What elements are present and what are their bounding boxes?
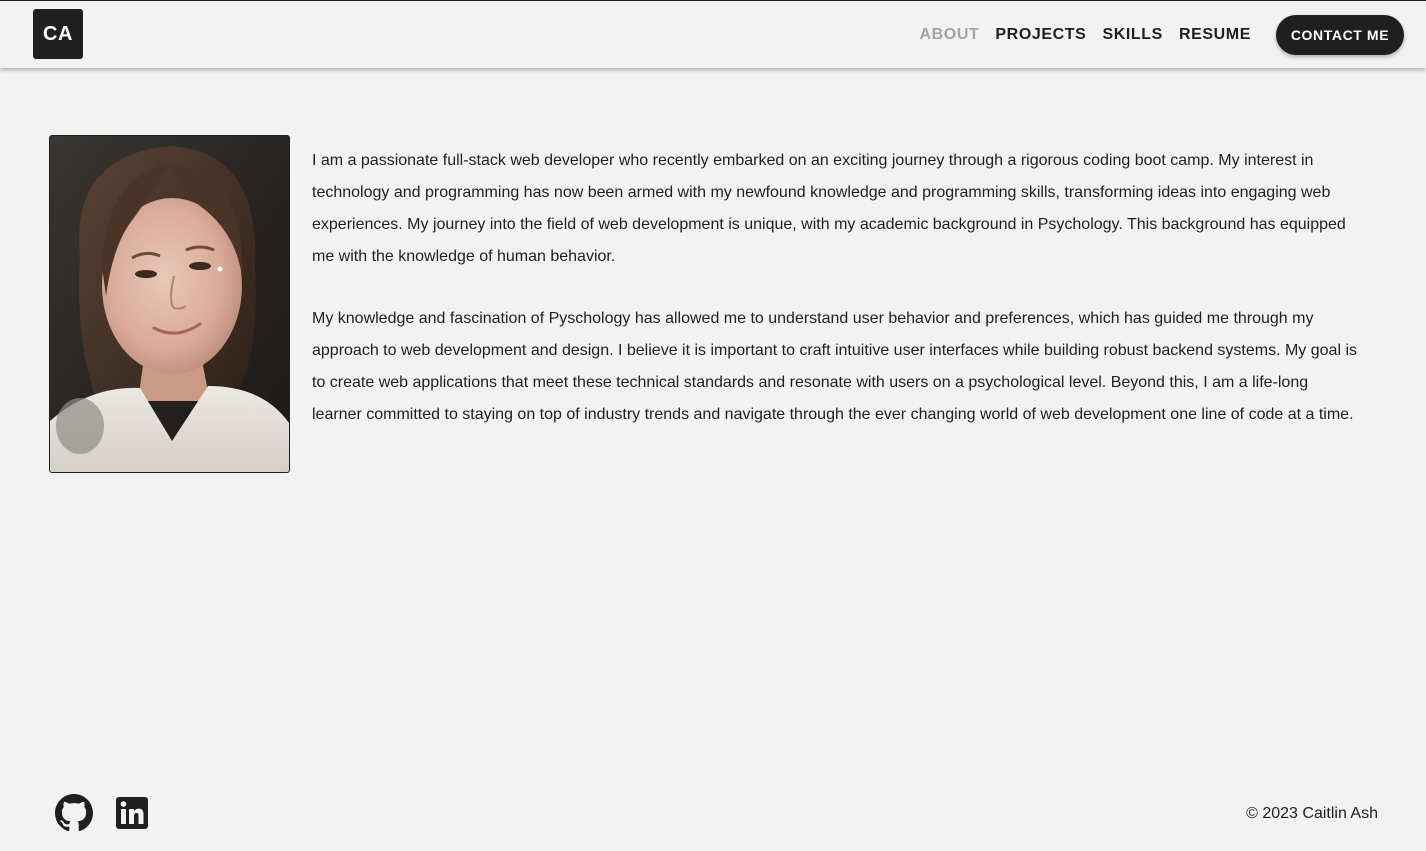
logo[interactable]: CA bbox=[33, 9, 83, 59]
main-nav: ABOUT PROJECTS SKILLS RESUME bbox=[920, 1, 1252, 68]
linkedin-icon bbox=[116, 796, 148, 834]
nav-resume-link[interactable]: RESUME bbox=[1179, 26, 1251, 44]
contact-me-button[interactable]: CONTACT ME bbox=[1276, 15, 1404, 55]
github-link[interactable] bbox=[54, 793, 94, 837]
logo-text: CA bbox=[43, 22, 73, 45]
github-icon bbox=[55, 793, 93, 837]
profile-photo bbox=[49, 135, 290, 473]
copyright-text: © 2023 Caitlin Ash bbox=[1246, 805, 1378, 822]
nav-projects-link[interactable]: PROJECTS bbox=[995, 26, 1086, 44]
nav-skills-link[interactable]: SKILLS bbox=[1102, 26, 1163, 44]
linkedin-link[interactable] bbox=[112, 795, 152, 835]
site-header: CA ABOUT PROJECTS SKILLS RESUME CONTACT … bbox=[0, 1, 1426, 68]
site-footer: © 2023 Caitlin Ash bbox=[0, 791, 1426, 851]
about-paragraph-1: I am a passionate full-stack web develop… bbox=[312, 152, 1346, 265]
about-paragraph-2: My knowledge and fascination of Pyscholo… bbox=[312, 310, 1357, 423]
page: CA ABOUT PROJECTS SKILLS RESUME CONTACT … bbox=[0, 0, 1426, 851]
nav-about-link[interactable]: ABOUT bbox=[920, 26, 980, 44]
about-text: I am a passionate full-stack web develop… bbox=[312, 145, 1362, 431]
